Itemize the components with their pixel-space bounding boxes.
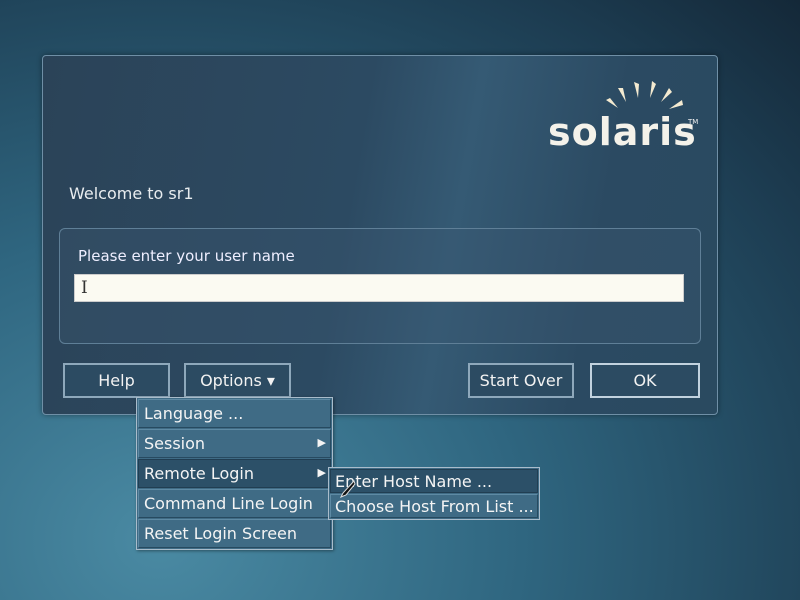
username-prompt: Please enter your user name [78,247,295,265]
mouse-pointer-icon [340,480,356,498]
options-button[interactable]: Options ▾ [184,363,291,398]
options-menu: Language ... Session ▶ Remote Login ▶ Comm… [136,397,333,550]
menu-item-command-line-login[interactable]: Command Line Login [138,489,331,518]
text-cursor-icon: I [81,278,88,298]
login-dialog: solaris TM Welcome to sr1 Please enter y… [42,55,718,415]
username-input[interactable]: I [74,274,684,302]
help-button[interactable]: Help [63,363,170,398]
solaris-logo: solaris TM [548,78,698,154]
menu-item-remote-login[interactable]: Remote Login ▶ [138,459,331,488]
menu-item-choose-host-from-list[interactable]: Choose Host From List ... [330,494,538,518]
menu-item-language[interactable]: Language ... [138,399,331,428]
ok-button[interactable]: OK [590,363,700,398]
remote-login-submenu: Enter Host Name ... Choose Host From Lis… [328,467,540,520]
welcome-text: Welcome to sr1 [69,184,194,203]
start-over-button[interactable]: Start Over [468,363,574,398]
login-panel: Please enter your user name I [59,228,701,344]
submenu-arrow-icon: ▶ [317,436,326,449]
submenu-arrow-icon: ▶ [317,466,326,479]
menu-item-enter-host-name[interactable]: Enter Host Name ... [330,469,538,493]
menu-item-session[interactable]: Session ▶ [138,429,331,458]
menu-item-reset-login-screen[interactable]: Reset Login Screen [138,519,331,548]
